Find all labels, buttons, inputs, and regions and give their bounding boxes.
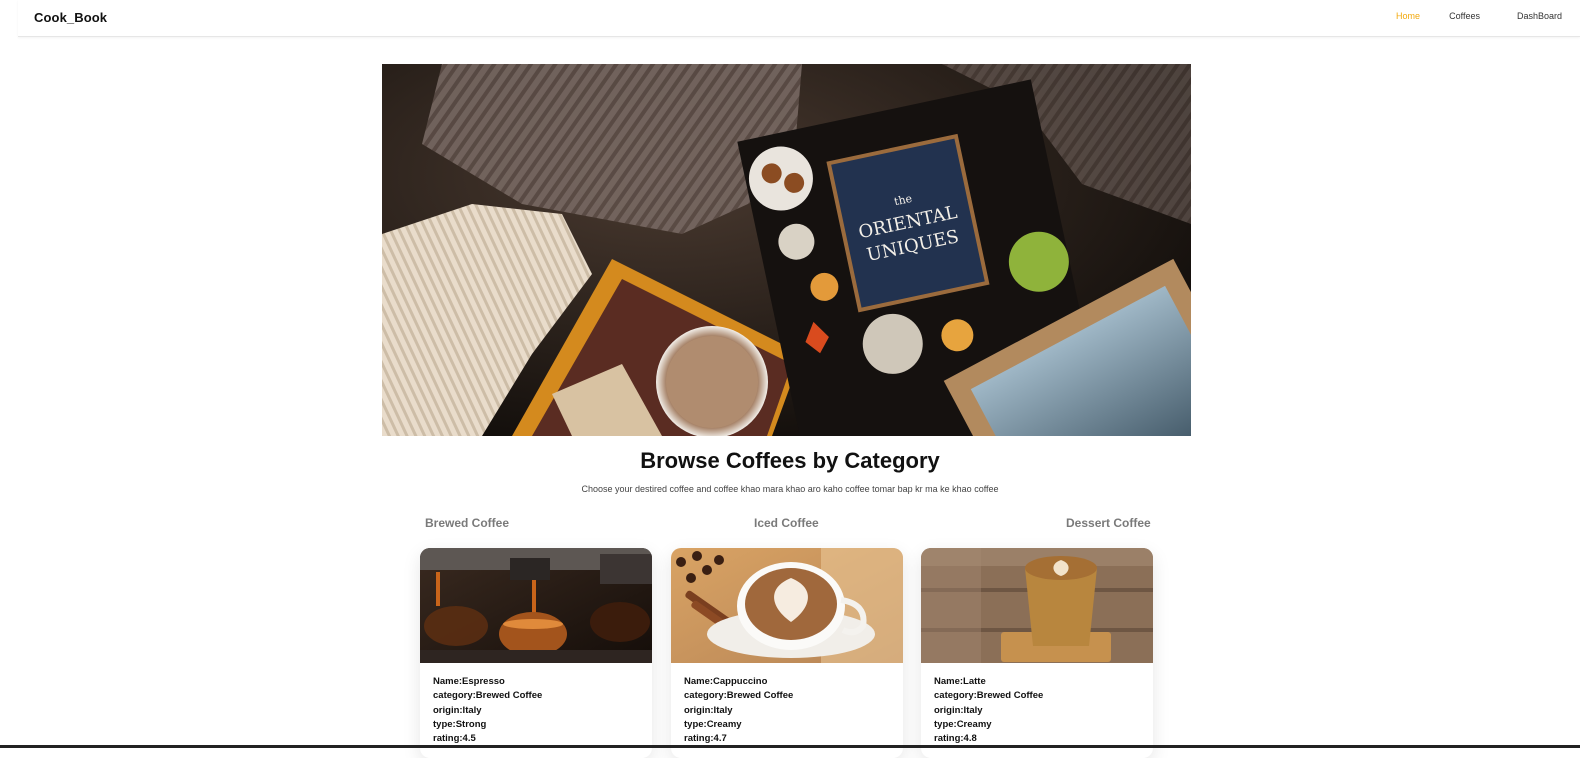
tab-brewed-coffee[interactable]: Brewed Coffee [425,516,509,530]
card-type: type:Creamy [684,718,742,730]
nav-link-home[interactable]: Home [1396,11,1420,21]
card-category: category:Brewed Coffee [684,690,794,702]
card-name: Name:Cappuccino [684,676,768,687]
card-origin: origin:Italy [433,704,482,716]
coffee-card-espresso[interactable]: Name:Espresso category:Brewed Coffee ori… [420,548,652,758]
section-title: Browse Coffees by Category [640,448,940,473]
coffee-card-cappuccino[interactable]: Name:Cappuccino category:Brewed Coffee o… [671,548,903,758]
section-subtitle: Choose your destired coffee and coffee k… [581,484,999,494]
navbar: Cook_Book Home Coffees DashBoard [18,0,1580,37]
coffee-card-latte[interactable]: Name:Latte category:Brewed Coffee origin… [921,548,1153,758]
tab-iced-coffee[interactable]: Iced Coffee [754,516,819,530]
card-category: category:Brewed Coffee [934,690,1044,702]
nav-link-dashboard[interactable]: DashBoard [1517,11,1562,21]
card-body: Name:Espresso category:Brewed Coffee ori… [420,663,652,758]
card-origin: origin:Italy [684,704,733,716]
card-name: Name:Espresso [433,676,505,687]
card-type: type:Creamy [934,718,992,730]
hero-banner-image: the ORIENTAL UNIQUES [382,64,1191,436]
brand-logo[interactable]: Cook_Book [34,10,107,25]
cappuccino-image [671,548,903,663]
card-body: Name:Latte category:Brewed Coffee origin… [921,663,1153,758]
card-type: type:Strong [433,718,487,730]
espresso-image [420,548,652,663]
card-category: category:Brewed Coffee [433,690,543,702]
tab-dessert-coffee[interactable]: Dessert Coffee [1066,516,1151,530]
card-origin: origin:Italy [934,704,983,716]
latte-image [921,548,1153,663]
nav-link-coffees[interactable]: Coffees [1449,11,1480,21]
hero-illustration: the ORIENTAL UNIQUES [382,64,1191,436]
card-body: Name:Cappuccino category:Brewed Coffee o… [671,663,903,758]
card-name: Name:Latte [934,676,986,687]
